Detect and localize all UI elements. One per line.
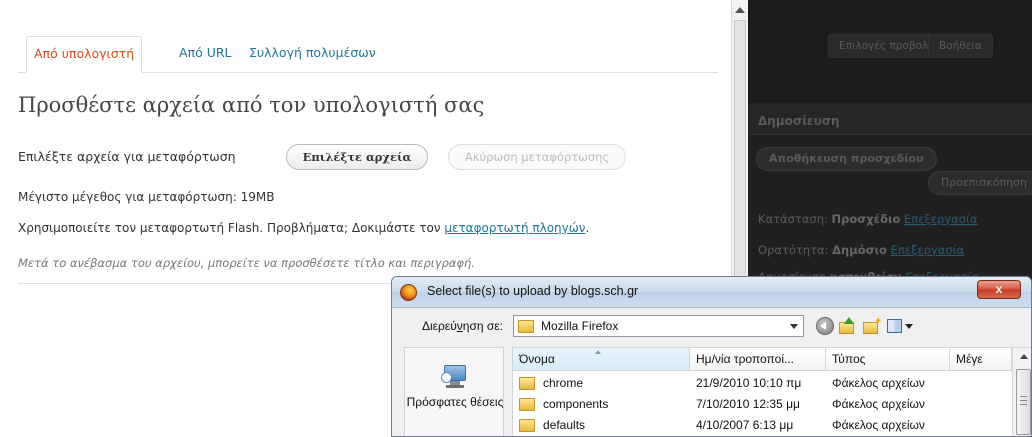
- back-icon[interactable]: [816, 317, 834, 335]
- flash-notice-suffix: .: [585, 221, 590, 235]
- dialog-titlebar[interactable]: Select file(s) to upload by blogs.sch.gr…: [392, 277, 1031, 308]
- edit-visibility-link: Επεξεργασία: [890, 243, 965, 257]
- column-header-type[interactable]: Τύπος: [826, 348, 950, 371]
- status-label: Κατάσταση:: [758, 212, 832, 226]
- look-in-dropdown[interactable]: Mozilla Firefox: [513, 315, 804, 337]
- look-in-label-part: ηση σε:: [462, 319, 503, 333]
- folder-icon: [518, 320, 534, 333]
- folder-icon: [519, 398, 535, 411]
- file-name: defaults: [543, 418, 586, 432]
- new-folder-icon[interactable]: ✦: [863, 317, 882, 335]
- max-upload-size: Μέγιστο μέγεθος για μεταφόρτωση: 19MB: [18, 190, 275, 204]
- look-in-label: Διερεύνηση σε:: [422, 319, 503, 333]
- sort-ascending-icon: [595, 350, 601, 354]
- look-in-row: Διερεύνηση σε: Mozilla Firefox: [392, 308, 1031, 342]
- recent-places-icon[interactable]: [441, 365, 469, 389]
- view-menu-icon[interactable]: [887, 317, 913, 335]
- column-header-date[interactable]: Ημ/νία τροποποί...: [690, 348, 826, 371]
- file-date: 21/9/2010 10:10 πμ: [696, 376, 802, 390]
- file-list: Όνομα Ημ/νία τροποποί... Τύπος Μέγε chro…: [512, 347, 1031, 436]
- file-name: chrome: [543, 376, 584, 390]
- tab-media-library[interactable]: Συλλογή πολυμέσων: [242, 36, 383, 73]
- select-files-label: Επιλέξτε αρχεία για μεταφόρτωση: [18, 149, 236, 164]
- firefox-icon: [400, 284, 417, 301]
- file-type: Φάκελος αρχείων: [832, 397, 925, 411]
- preview-button: Προεπισκόπηση: [928, 171, 1032, 195]
- chevron-down-icon[interactable]: [790, 324, 798, 329]
- select-files-row: Επιλέξτε αρχεία για μεταφόρτωση Επιλέξτε…: [18, 144, 718, 170]
- upload-tabs: Από υπολογιστή Από URL Συλλογή πολυμέσων: [18, 36, 718, 73]
- visibility-value: Δημόσιο: [832, 243, 887, 257]
- file-date: 4/10/2007 6:13 μμ: [696, 418, 794, 432]
- edit-status-link: Επεξεργασία: [904, 212, 978, 226]
- scrollbar-grip-icon: [1020, 396, 1027, 405]
- column-header-name[interactable]: Όνομα: [513, 348, 690, 371]
- places-bar: Πρόσφατες θέσεις: [404, 347, 505, 436]
- scroll-up-icon[interactable]: [735, 7, 745, 13]
- look-in-label-part: Διερεύ: [422, 319, 457, 333]
- column-header-size[interactable]: Μέγε: [950, 348, 1012, 371]
- publish-box-title: Δημοσίευση: [758, 114, 840, 128]
- status-value: Προσχέδιο: [831, 212, 901, 226]
- flash-notice-text: Χρησιμοποιείτε τον μεταφορτωτή Flash. Πρ…: [18, 221, 445, 235]
- file-date: 7/10/2010 12:35 μμ: [696, 397, 800, 411]
- select-files-button[interactable]: Επιλέξτε αρχεία: [286, 144, 428, 170]
- file-name: components: [543, 397, 609, 411]
- dialog-title: Select file(s) to upload by blogs.sch.gr: [427, 284, 639, 298]
- save-draft-button: Αποθήκευση προσχεδίου: [756, 147, 937, 171]
- list-item[interactable]: components 7/10/2010 12:35 μμ Φάκελος αρ…: [513, 394, 1012, 415]
- folder-icon: [519, 377, 535, 390]
- visibility-label: Ορατότητα:: [758, 243, 833, 257]
- file-list-scrollbar[interactable]: [1012, 348, 1031, 436]
- tab-from-url[interactable]: Από URL: [172, 36, 239, 73]
- look-in-value: Mozilla Firefox: [541, 319, 619, 333]
- close-dialog-button[interactable]: x: [977, 280, 1021, 299]
- list-item[interactable]: defaults 4/10/2007 6:13 μμ Φάκελος αρχεί…: [513, 415, 1012, 436]
- after-upload-hint: Μετά το ανέβασμα του αρχείου, μπορείτε ν…: [18, 256, 475, 270]
- tab-from-computer[interactable]: Από υπολογιστή: [26, 36, 143, 73]
- folder-icon: [519, 419, 535, 432]
- file-type: Φάκελος αρχείων: [832, 418, 925, 432]
- up-folder-icon[interactable]: [838, 317, 856, 335]
- places-item-recent[interactable]: Πρόσφατες θέσεις: [405, 395, 505, 410]
- file-upload-dialog: Select file(s) to upload by blogs.sch.gr…: [391, 276, 1032, 437]
- post-status-line: Κατάσταση: Προσχέδιο Επεξεργασία: [758, 212, 978, 226]
- cancel-upload-button[interactable]: Ακύρωση μεταφόρτωσης: [448, 144, 626, 170]
- scroll-up-icon[interactable]: [1020, 354, 1028, 359]
- browser-uploader-link[interactable]: μεταφορτωτή πλοηγών: [444, 221, 585, 235]
- column-header-label: Όνομα: [519, 352, 555, 366]
- list-item[interactable]: chrome 21/9/2010 10:10 πμ Φάκελος αρχείω…: [513, 373, 1012, 394]
- flash-uploader-notice: Χρησιμοποιείτε τον μεταφορτωτή Flash. Πρ…: [18, 221, 589, 235]
- visibility-line: Ορατότητα: Δημόσιο Επεξεργασία: [758, 243, 964, 257]
- help-tab: Βοήθεια: [928, 34, 993, 58]
- file-type: Φάκελος αρχείων: [832, 376, 925, 390]
- page-title: Προσθέστε αρχεία από τον υπολογιστή σας: [18, 93, 485, 117]
